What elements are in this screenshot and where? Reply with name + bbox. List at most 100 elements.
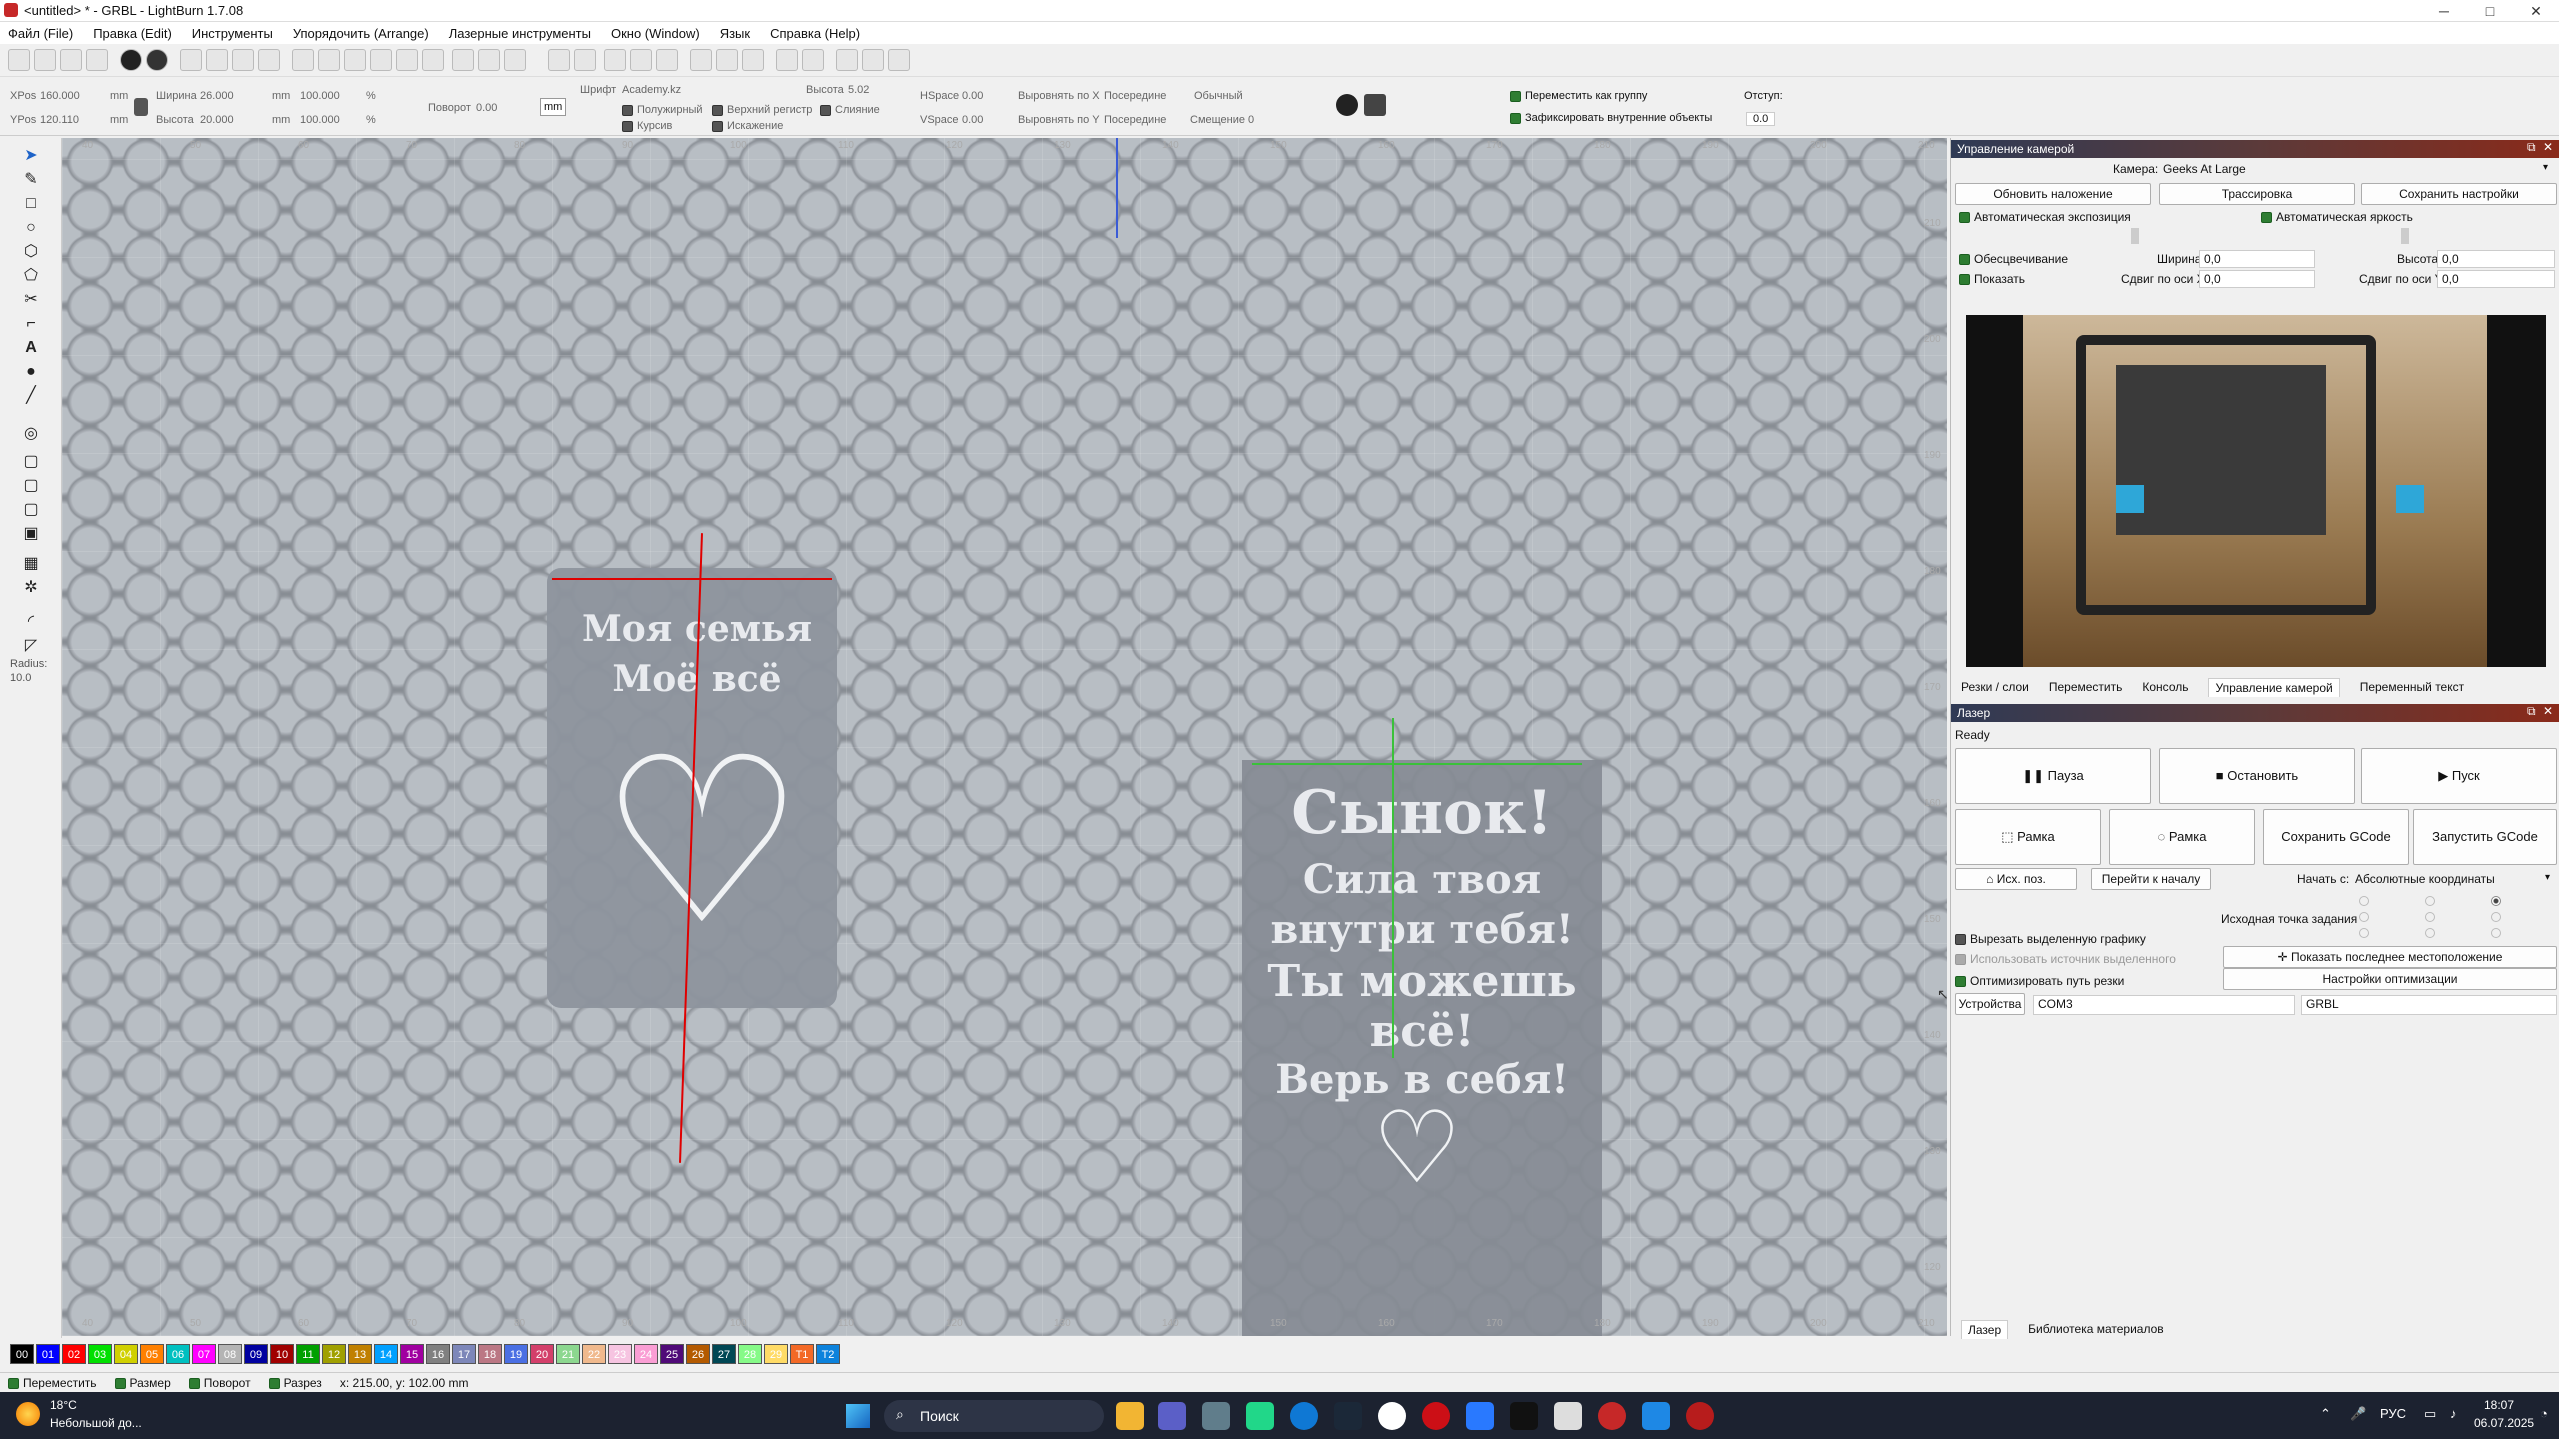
text-tool-icon[interactable]: A xyxy=(20,338,42,358)
frame-tool-icon[interactable]: ⌐ xyxy=(20,314,42,334)
scale-width-input[interactable]: 100.000 xyxy=(300,90,340,102)
ungroup-icon[interactable] xyxy=(574,49,596,71)
palette-color-00[interactable]: 00 xyxy=(10,1344,34,1364)
camera-panel-float-icon[interactable]: ⧉ xyxy=(2527,140,2536,155)
photos-icon[interactable] xyxy=(1466,1402,1494,1430)
cam-height-input[interactable]: 0,0 xyxy=(2437,250,2555,268)
pycharm-icon[interactable] xyxy=(1246,1402,1274,1430)
network-icon[interactable]: ▭ xyxy=(2424,1406,2436,1422)
origin-radio-tr[interactable] xyxy=(2491,896,2501,906)
weld-icon[interactable]: ◎ xyxy=(20,424,42,444)
polygon-tool-icon[interactable]: ⬡ xyxy=(20,242,42,262)
group-move-checkbox[interactable]: Переместить как группу xyxy=(1510,90,1647,102)
dock-icon[interactable] xyxy=(862,49,884,71)
notifications-icon[interactable]: ◔ xyxy=(2540,1406,2548,1421)
measure-tool-icon[interactable]: ╱ xyxy=(20,386,42,406)
defender-icon[interactable] xyxy=(1642,1402,1670,1430)
status-rotate[interactable]: Поворот xyxy=(188,1376,251,1390)
yandex-icon[interactable] xyxy=(1378,1402,1406,1430)
palette-color-03[interactable]: 03 xyxy=(88,1344,112,1364)
file-explorer-icon[interactable] xyxy=(1116,1402,1144,1430)
tray-expand-icon[interactable]: ⌃ xyxy=(2320,1406,2331,1422)
palette-color-21[interactable]: 21 xyxy=(556,1344,580,1364)
laser-panel-float-icon[interactable]: ⧉ xyxy=(2527,704,2536,719)
save-file-icon[interactable] xyxy=(60,49,82,71)
menu-language[interactable]: Язык xyxy=(720,26,750,41)
status-move[interactable]: Переместить xyxy=(8,1376,97,1390)
paste-icon[interactable] xyxy=(232,49,254,71)
save-settings-button[interactable]: Сохранить настройки xyxy=(2361,183,2557,205)
palette-color-16[interactable]: 16 xyxy=(426,1344,450,1364)
devices-button[interactable]: Устройства xyxy=(1955,993,2025,1015)
frame-button[interactable]: ⬚ Рамка xyxy=(1955,809,2101,865)
mirror-h-icon[interactable] xyxy=(604,49,626,71)
status-size[interactable]: Размер xyxy=(114,1376,171,1390)
menu-edit[interactable]: Правка (Edit) xyxy=(93,26,172,41)
origin-radio-mr[interactable] xyxy=(2491,912,2501,922)
palette-color-29[interactable]: 29 xyxy=(764,1344,788,1364)
zoom-in-icon[interactable] xyxy=(318,49,340,71)
camera-panel-close-icon[interactable]: ✕ xyxy=(2543,140,2553,154)
group-icon[interactable] xyxy=(548,49,570,71)
menu-arrange[interactable]: Упорядочить (Arrange) xyxy=(293,26,429,41)
boolean-union-icon[interactable]: ▢ xyxy=(20,452,42,472)
xpos-input[interactable]: 160.000 xyxy=(40,90,80,102)
polyline-tool-icon[interactable]: ⬠ xyxy=(20,266,42,286)
cam-width-input[interactable]: 0,0 xyxy=(2199,250,2315,268)
width-input[interactable]: 26.000 xyxy=(200,90,234,102)
ellipse-tool-icon[interactable]: ○ xyxy=(20,218,42,238)
copy-icon[interactable] xyxy=(206,49,228,71)
distribute-v-icon[interactable] xyxy=(802,49,824,71)
auto-exposure-checkbox[interactable]: Автоматическая экспозиция xyxy=(1959,210,2131,224)
rotate-input[interactable]: 0.00 xyxy=(476,102,497,114)
offset-input[interactable]: 0 xyxy=(1248,114,1254,126)
palette-color-02[interactable]: 02 xyxy=(62,1344,86,1364)
zoom-fit-icon[interactable] xyxy=(370,49,392,71)
origin-radio-tl[interactable] xyxy=(2359,896,2369,906)
tab-move[interactable]: Переместить xyxy=(2049,680,2123,694)
delete-icon[interactable] xyxy=(258,49,280,71)
exposure-slider[interactable] xyxy=(2131,228,2139,244)
menu-laser-tools[interactable]: Лазерные инструменты xyxy=(449,26,591,41)
scale-height-input[interactable]: 100.000 xyxy=(300,114,340,126)
palette-color-T2[interactable]: T2 xyxy=(816,1344,840,1364)
tab-material-library[interactable]: Библиотека материалов xyxy=(2028,1322,2164,1336)
palette-color-26[interactable]: 26 xyxy=(686,1344,710,1364)
palette-color-28[interactable]: 28 xyxy=(738,1344,762,1364)
device-select[interactable]: GRBL xyxy=(2301,995,2557,1015)
palette-color-14[interactable]: 14 xyxy=(374,1344,398,1364)
indent-input[interactable]: 0.0 xyxy=(1746,112,1776,126)
palette-color-13[interactable]: 13 xyxy=(348,1344,372,1364)
offset-shapes-icon[interactable]: ▣ xyxy=(20,524,42,544)
circular-array-icon[interactable]: ✲ xyxy=(20,578,42,598)
palette-color-23[interactable]: 23 xyxy=(608,1344,632,1364)
palette-color-19[interactable]: 19 xyxy=(504,1344,528,1364)
camera-select-chevron-icon[interactable]: ▾ xyxy=(2543,162,2548,173)
font-height-input[interactable]: 5.02 xyxy=(848,84,869,96)
laser-panel-close-icon[interactable]: ✕ xyxy=(2543,704,2553,718)
tab-camera-control[interactable]: Управление камерой xyxy=(2208,677,2340,697)
cut-shape-icon[interactable]: ✂ xyxy=(20,290,42,310)
menu-file[interactable]: Файл (File) xyxy=(8,26,73,41)
taskbar-search[interactable]: ⌕ Поиск xyxy=(884,1400,1104,1432)
units-toggle-button[interactable]: mm xyxy=(540,98,567,116)
arrange-icon[interactable] xyxy=(888,49,910,71)
trace-button[interactable]: Трассировка xyxy=(2159,183,2355,205)
show-checkbox[interactable]: Показать xyxy=(1959,272,2025,286)
height-input[interactable]: 20.000 xyxy=(200,114,234,126)
shift-x-input[interactable]: 0,0 xyxy=(2199,270,2315,288)
tab-laser[interactable]: Лазер xyxy=(1961,1319,2009,1339)
notepad-icon[interactable] xyxy=(1554,1402,1582,1430)
align-center-icon[interactable] xyxy=(690,49,712,71)
origin-radio-bc[interactable] xyxy=(2425,928,2435,938)
palette-color-10[interactable]: 10 xyxy=(270,1344,294,1364)
steam-icon[interactable] xyxy=(1334,1402,1362,1430)
frame-circle-button[interactable]: ◌ Рамка xyxy=(2109,809,2255,865)
palette-color-06[interactable]: 06 xyxy=(166,1344,190,1364)
camera-select[interactable]: Geeks At Large xyxy=(2163,162,2246,176)
palette-color-12[interactable]: 12 xyxy=(322,1344,346,1364)
align-y-select[interactable]: Посередине xyxy=(1104,114,1166,126)
optimize-checkbox[interactable]: Оптимизировать путь резки xyxy=(1955,974,2124,988)
rounded-corner-icon[interactable]: ◜ xyxy=(20,612,42,632)
show-last-position-button[interactable]: ✛ Показать последнее местоположение xyxy=(2223,946,2557,968)
